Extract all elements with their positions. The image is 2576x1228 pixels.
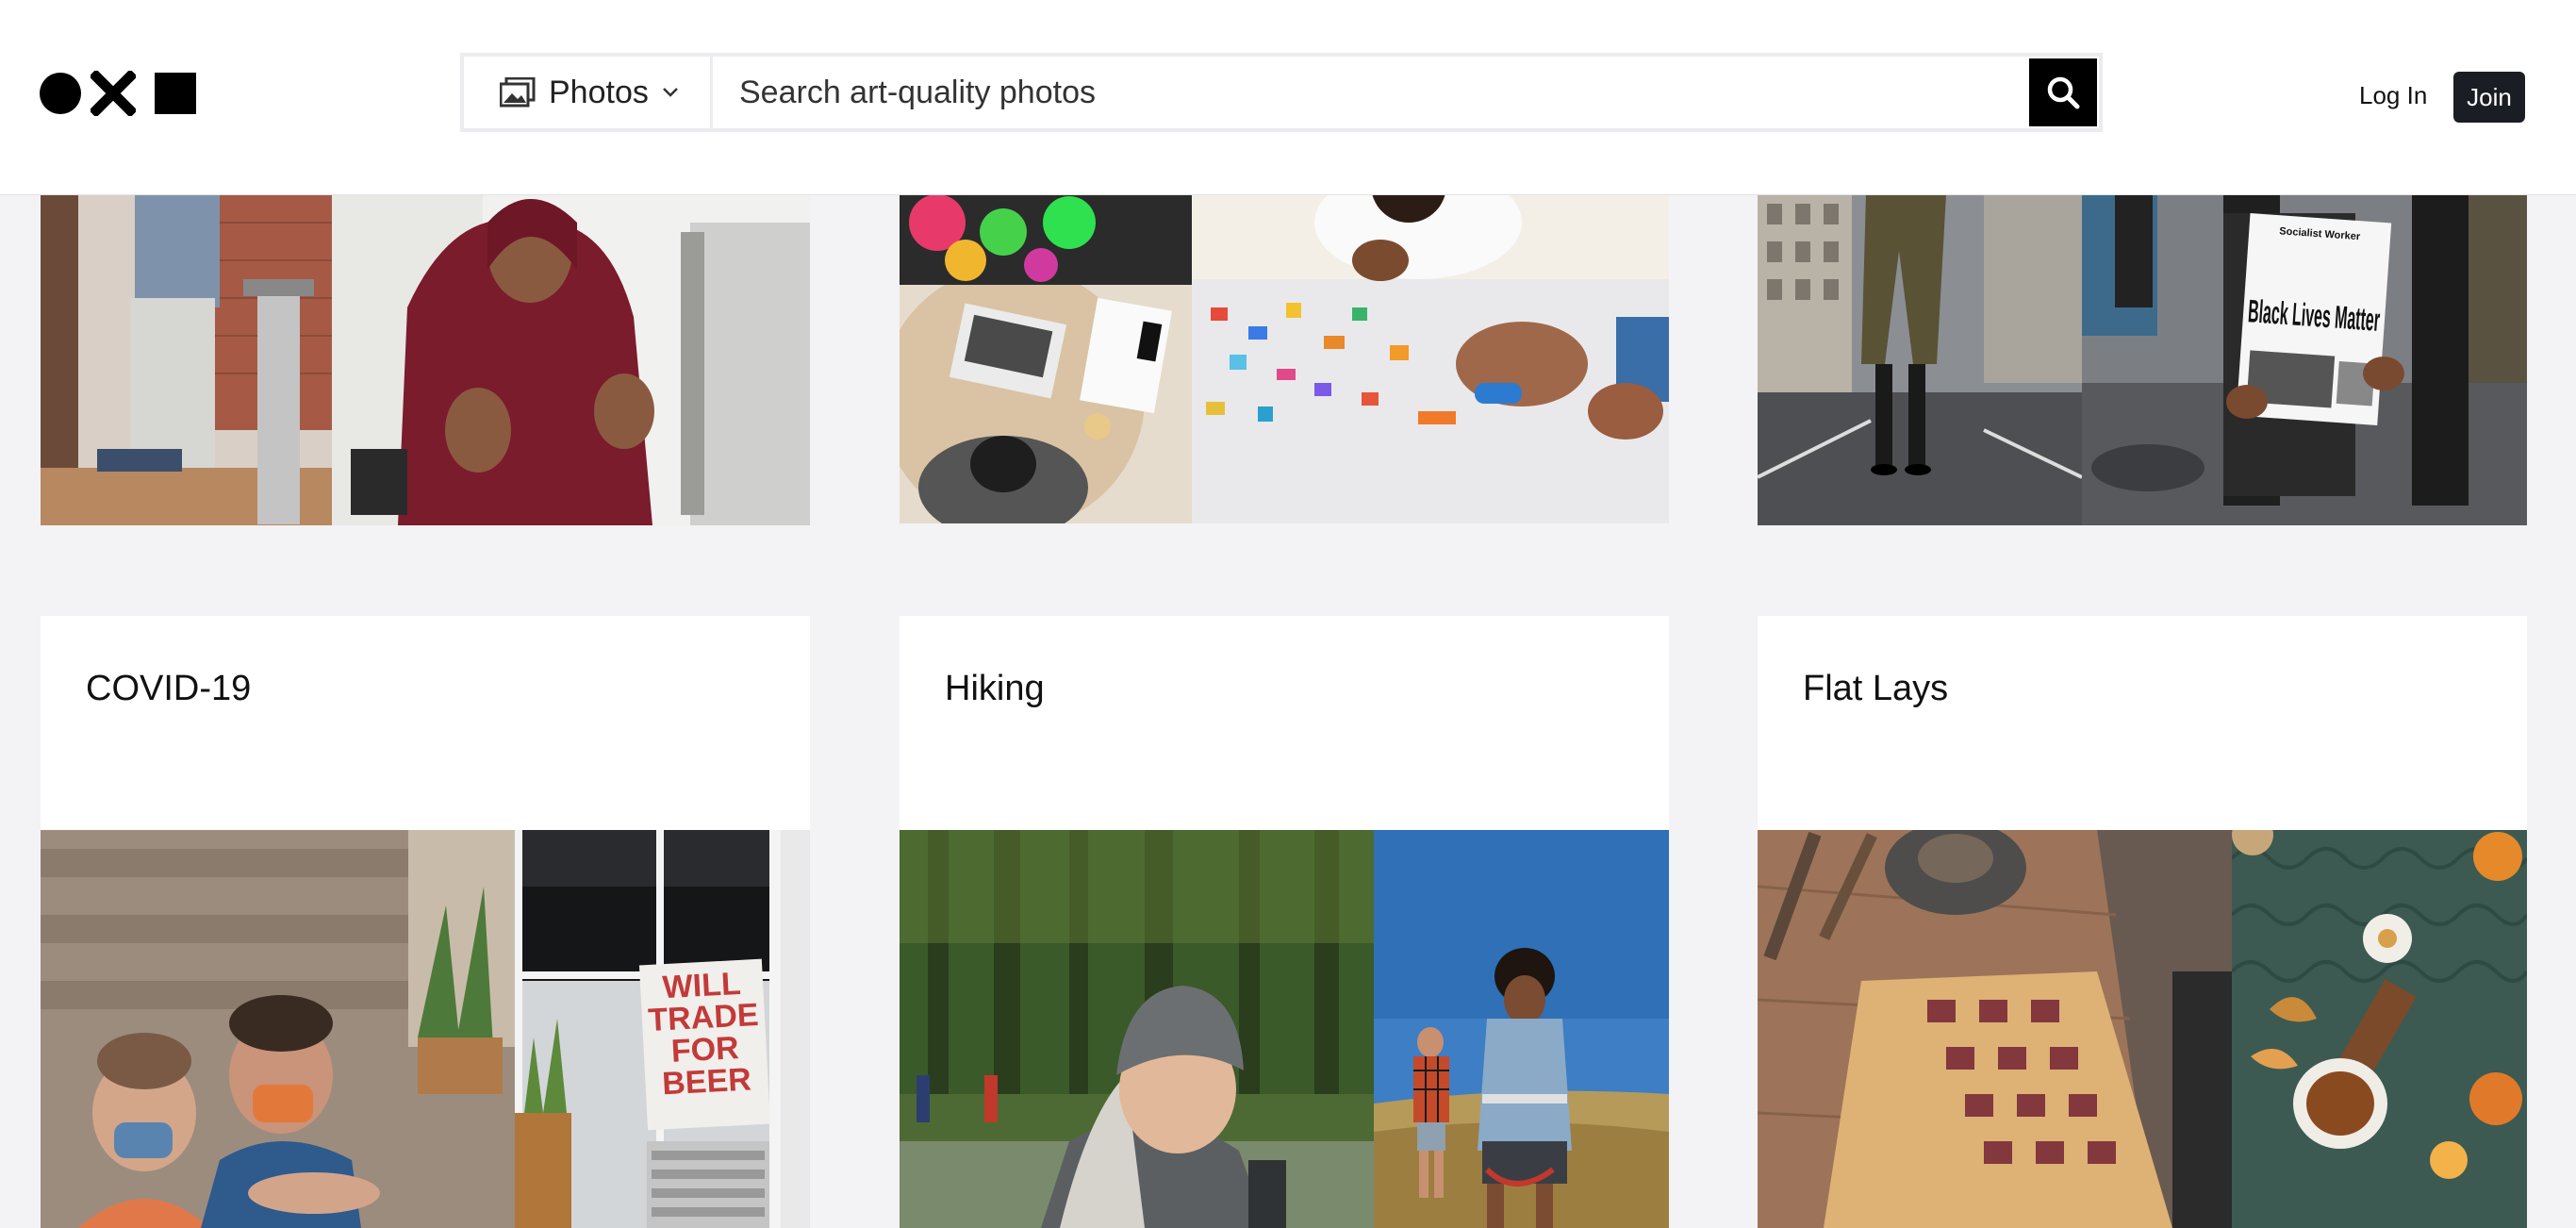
collection-image-pie	[1758, 830, 2232, 1228]
collection-image-video-call	[332, 194, 810, 525]
collection-image-hiking-couple	[1374, 830, 1669, 1228]
collection-card-hiking[interactable]: Hiking	[900, 616, 1669, 1228]
collection-card-flat-lays[interactable]: Flat Lays	[1758, 616, 2527, 1228]
collection-image-masked-couple	[41, 830, 515, 1228]
collection-card[interactable]	[41, 194, 810, 525]
collection-card-covid-19[interactable]: COVID-19 WILL TRADE FOR BEER	[41, 616, 810, 1228]
top-header: Photos Log In Join	[0, 0, 2576, 195]
collection-image-laptop-desk	[900, 285, 1192, 523]
brand-logo[interactable]	[40, 71, 196, 116]
window-sign-text: WILL TRADE FOR BEER	[647, 966, 760, 1103]
collection-image-shop-window: WILL TRADE FOR BEER	[515, 830, 810, 1228]
collection-image-street-walk	[1758, 194, 2082, 525]
chevron-down-icon	[662, 88, 678, 97]
logo-circle-icon	[40, 73, 81, 114]
search-input[interactable]	[713, 57, 2029, 128]
search-button[interactable]	[2029, 58, 2097, 126]
collection-image-crafts	[900, 194, 1192, 285]
collection-card[interactable]	[900, 194, 1669, 523]
collection-card[interactable]: Socialist Worker Black Lives Matter	[1758, 194, 2527, 525]
logo-x-icon	[91, 71, 136, 116]
collection-title: COVID-19	[86, 669, 252, 708]
media-type-dropdown[interactable]: Photos	[464, 57, 713, 128]
join-button[interactable]: Join	[2453, 72, 2525, 123]
collection-image-protest: Socialist Worker Black Lives Matter	[2082, 194, 2527, 525]
logo-square-icon	[155, 73, 196, 114]
media-type-label: Photos	[549, 74, 649, 110]
collection-image-speaker	[41, 194, 332, 525]
login-link[interactable]: Log In	[2359, 81, 2427, 110]
search-bar: Photos	[460, 53, 2103, 132]
collection-title: Hiking	[945, 669, 1045, 708]
collection-image-puzzle	[1192, 194, 1669, 523]
collection-title: Flat Lays	[1803, 669, 1949, 708]
search-icon	[2047, 76, 2080, 109]
collection-image-hiker-forest	[900, 830, 1374, 1228]
collection-image-autumn-knit	[2232, 830, 2527, 1228]
photos-icon	[500, 77, 536, 108]
